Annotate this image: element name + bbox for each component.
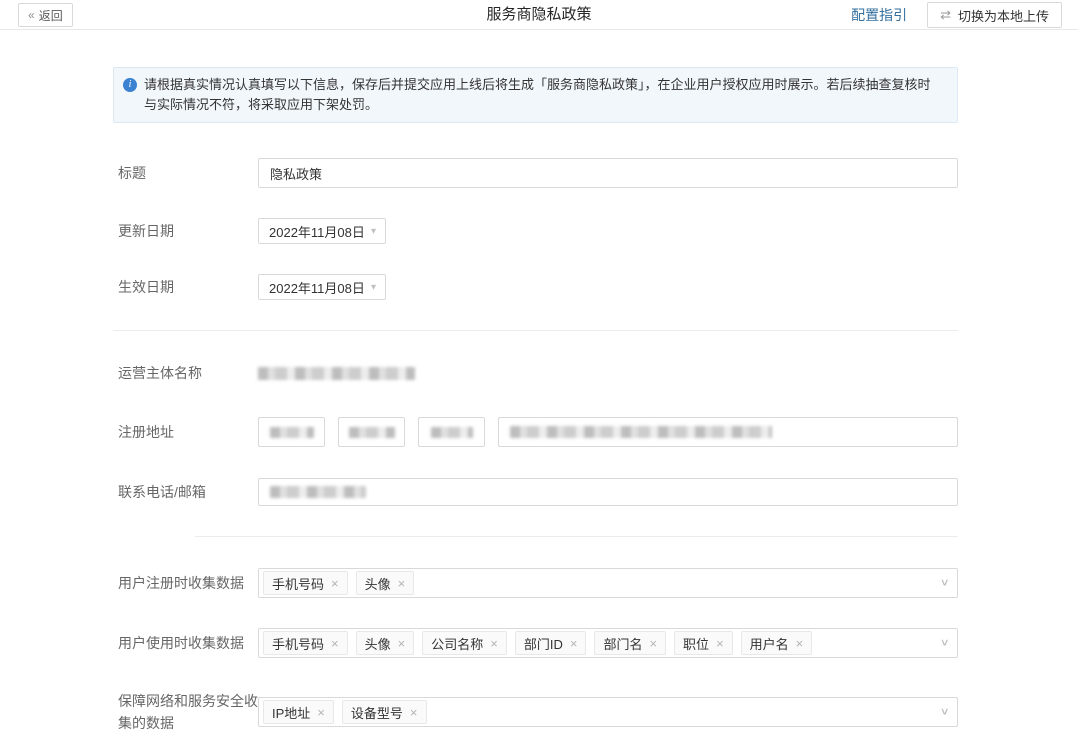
- section-divider: [113, 330, 958, 331]
- address-detail-redacted-value: [510, 426, 772, 438]
- section-divider: [195, 536, 958, 537]
- contact-label: 联系电话/邮箱: [118, 481, 258, 503]
- entity-name-label: 运营主体名称: [118, 362, 258, 384]
- registered-address-row: 注册地址: [113, 417, 958, 447]
- data-tag-label: 部门名: [603, 634, 642, 653]
- effective-date-value: 2022年11月08日: [269, 278, 365, 297]
- tag-close-icon[interactable]: ×: [570, 636, 578, 651]
- register-data-multiselect[interactable]: 手机号码 × 头像 × ∨: [258, 568, 958, 598]
- chevron-down-icon: ∨: [939, 707, 949, 718]
- privacy-policy-form: 标题 更新日期 2022年11月08日 ▾ 生效日期 2022年11月08日 ▾…: [113, 158, 958, 734]
- data-tag-label: 公司名称: [431, 634, 483, 653]
- switch-to-local-upload-button[interactable]: ⇄ 切换为本地上传: [927, 2, 1062, 28]
- title-input[interactable]: [258, 158, 958, 188]
- tag-close-icon[interactable]: ×: [796, 636, 804, 651]
- security-data-row: 保障网络和服务安全收集的数据 IP地址 × 设备型号 × ∨: [113, 690, 958, 734]
- security-data-label: 保障网络和服务安全收集的数据: [118, 690, 258, 734]
- tag-close-icon[interactable]: ×: [716, 636, 724, 651]
- data-tag: 部门ID ×: [515, 631, 587, 655]
- data-tag-label: 手机号码: [272, 574, 324, 593]
- update-date-value: 2022年11月08日: [269, 222, 365, 241]
- data-tag-label: 职位: [683, 634, 709, 653]
- chevron-down-icon: ∨: [939, 638, 949, 649]
- data-tag: 部门名 ×: [594, 631, 666, 655]
- data-tag: 设备型号 ×: [342, 700, 427, 724]
- registered-address-label: 注册地址: [118, 421, 258, 443]
- usage-data-label: 用户使用时收集数据: [118, 632, 258, 654]
- switch-button-label: 切换为本地上传: [958, 6, 1049, 25]
- address-city-select[interactable]: [338, 417, 405, 447]
- data-tag: 公司名称 ×: [422, 631, 507, 655]
- caret-down-icon: ▾: [371, 282, 376, 293]
- caret-down-icon: ▾: [371, 226, 376, 237]
- config-guide-link[interactable]: 配置指引: [851, 5, 907, 25]
- security-data-multiselect[interactable]: IP地址 × 设备型号 × ∨: [258, 697, 958, 727]
- data-tag: 头像 ×: [356, 571, 415, 595]
- effective-date-select[interactable]: 2022年11月08日 ▾: [258, 274, 386, 300]
- usage-data-row: 用户使用时收集数据 手机号码 × 头像 × 公司名称 ×: [113, 628, 958, 658]
- tag-close-icon[interactable]: ×: [317, 705, 325, 720]
- title-label: 标题: [118, 162, 258, 184]
- address-detail-input[interactable]: [498, 417, 958, 447]
- address-city-redacted-value: [349, 427, 395, 438]
- info-banner-text: 请根据真实情况认真填写以下信息，保存后并提交应用上线后将生成「服务商隐私政策」，…: [144, 77, 931, 112]
- address-province-select[interactable]: [258, 417, 325, 447]
- address-province-redacted-value: [270, 427, 314, 438]
- data-tag: 手机号码 ×: [263, 571, 348, 595]
- header-actions: 配置指引 ⇄ 切换为本地上传: [851, 0, 1062, 30]
- tag-close-icon[interactable]: ×: [490, 636, 498, 651]
- entity-name-row: 运营主体名称: [113, 362, 958, 384]
- register-data-row: 用户注册时收集数据 手机号码 × 头像 × ∨: [113, 568, 958, 598]
- update-date-row: 更新日期 2022年11月08日 ▾: [113, 218, 958, 244]
- effective-date-row: 生效日期 2022年11月08日 ▾: [113, 274, 958, 300]
- effective-date-label: 生效日期: [118, 276, 258, 298]
- data-tag-label: 头像: [365, 574, 391, 593]
- register-data-label: 用户注册时收集数据: [118, 572, 258, 594]
- data-tag-label: 部门ID: [524, 634, 563, 653]
- usage-data-multiselect[interactable]: 手机号码 × 头像 × 公司名称 × 部门ID: [258, 628, 958, 658]
- data-tag: 头像 ×: [356, 631, 415, 655]
- contact-row: 联系电话/邮箱: [113, 478, 958, 506]
- tag-close-icon[interactable]: ×: [649, 636, 657, 651]
- data-tag: 职位 ×: [674, 631, 733, 655]
- data-tag-label: 用户名: [750, 634, 789, 653]
- top-bar: « 返回 服务商隐私政策 配置指引 ⇄ 切换为本地上传: [0, 0, 1078, 30]
- tag-close-icon[interactable]: ×: [398, 576, 406, 591]
- data-tag: 用户名 ×: [741, 631, 813, 655]
- data-tag: 手机号码 ×: [263, 631, 348, 655]
- tag-close-icon[interactable]: ×: [331, 576, 339, 591]
- address-district-redacted-value: [431, 427, 473, 438]
- data-tag-label: IP地址: [272, 703, 310, 722]
- update-date-select[interactable]: 2022年11月08日 ▾: [258, 218, 386, 244]
- entity-name-redacted-value: [258, 367, 415, 380]
- data-tag-label: 头像: [365, 634, 391, 653]
- info-banner: i 请根据真实情况认真填写以下信息，保存后并提交应用上线后将生成「服务商隐私政策…: [113, 67, 958, 123]
- tag-close-icon[interactable]: ×: [410, 705, 418, 720]
- tag-close-icon[interactable]: ×: [398, 636, 406, 651]
- title-row: 标题: [113, 158, 958, 188]
- tag-close-icon[interactable]: ×: [331, 636, 339, 651]
- data-tag: IP地址 ×: [263, 700, 334, 724]
- chevron-down-icon: ∨: [939, 578, 949, 589]
- contact-input[interactable]: [258, 478, 958, 506]
- update-date-label: 更新日期: [118, 220, 258, 242]
- contact-redacted-value: [270, 486, 366, 498]
- swap-icon: ⇄: [940, 7, 951, 23]
- info-icon: i: [123, 78, 137, 92]
- data-tag-label: 设备型号: [351, 703, 403, 722]
- data-tag-label: 手机号码: [272, 634, 324, 653]
- address-district-select[interactable]: [418, 417, 485, 447]
